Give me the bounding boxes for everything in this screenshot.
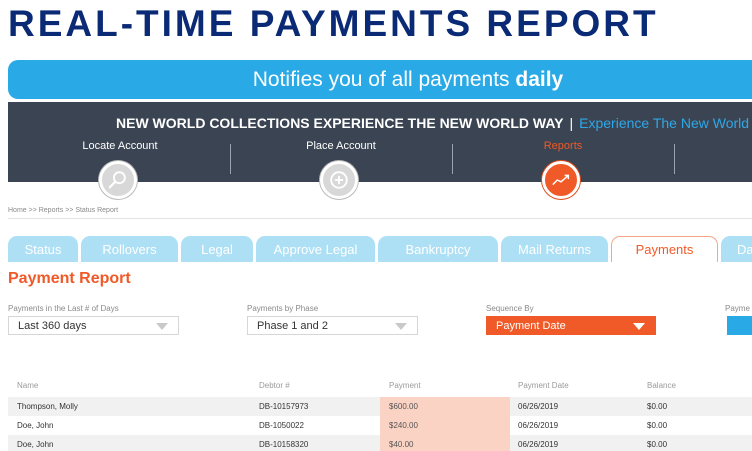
filter-label-phase: Payments by Phase: [247, 304, 319, 313]
table-row[interactable]: Thompson, Molly DB-10157973 $600.00 06/2…: [8, 397, 752, 416]
table-row[interactable]: Doe, John DB-10158320 $40.00 06/26/2019 …: [8, 435, 752, 451]
cell-balance: $0.00: [647, 440, 668, 449]
cell-payment: $240.00: [380, 416, 510, 435]
cell-payment-date: 06/26/2019: [518, 402, 559, 411]
chevron-down-icon: [395, 323, 407, 330]
payment-filter-select[interactable]: [727, 316, 752, 335]
sequence-select[interactable]: Payment Date: [486, 316, 656, 335]
report-title: Payment Report: [8, 270, 131, 287]
nav-divider: [230, 144, 231, 174]
phase-select[interactable]: Phase 1 and 2: [247, 316, 418, 335]
cell-debtor: DB-10157973: [259, 402, 309, 411]
cell-payment-value: $240.00: [389, 421, 418, 430]
banner-emphasis: daily: [515, 68, 564, 91]
cell-payment: $600.00: [380, 397, 510, 416]
table-row[interactable]: Doe, John DB-1050022 $240.00 06/26/2019 …: [8, 416, 752, 435]
cell-payment-value: $600.00: [389, 402, 418, 411]
locate-account-button[interactable]: [99, 161, 137, 199]
cell-payment-date: 06/26/2019: [518, 421, 559, 430]
col-name[interactable]: Name: [17, 381, 38, 390]
chevron-down-icon: [633, 323, 645, 330]
tagline: NEW WORLD COLLECTIONS EXPERIENCE THE NEW…: [116, 115, 749, 131]
tab-legal[interactable]: Legal: [181, 236, 253, 262]
tab-rollovers[interactable]: Rollovers: [81, 236, 178, 262]
cell-debtor: DB-1050022: [259, 421, 304, 430]
filter-label-sequence: Sequence By: [486, 304, 534, 313]
col-balance[interactable]: Balance: [647, 381, 676, 390]
cell-name: Doe, John: [17, 421, 54, 430]
nav-place-account-label: Place Account: [306, 140, 376, 152]
banner-text: Notifies you of all payments: [252, 68, 516, 91]
col-payment-date[interactable]: Payment Date: [518, 381, 569, 390]
reports-button[interactable]: [542, 161, 580, 199]
search-icon: [108, 171, 126, 189]
nav-divider: [674, 144, 675, 174]
divider: [8, 218, 752, 219]
col-payment[interactable]: Payment: [389, 381, 421, 390]
trend-chart-icon: [552, 174, 570, 186]
nav-locate-account-label: Locate Account: [82, 140, 158, 152]
breadcrumb[interactable]: Home >> Reports >> Status Report: [8, 207, 118, 214]
plus-circle-icon: [330, 171, 348, 189]
report-tabs: Status Rollovers Legal Approve Legal Ban…: [8, 236, 752, 262]
chevron-down-icon: [156, 323, 168, 330]
tagline-text: NEW WORLD COLLECTIONS EXPERIENCE THE NEW…: [116, 115, 564, 131]
place-account-button[interactable]: [320, 161, 358, 199]
tab-mail-returns[interactable]: Mail Returns: [501, 236, 608, 262]
experience-link[interactable]: Experience The New World: [579, 115, 749, 131]
tab-approve-legal[interactable]: Approve Legal: [256, 236, 375, 262]
nav-divider: [452, 144, 453, 174]
tab-status[interactable]: Status: [8, 236, 78, 262]
nav-place-account[interactable]: Place Account: [271, 140, 411, 152]
cell-balance: $0.00: [647, 421, 668, 430]
cell-name: Doe, John: [17, 440, 54, 449]
filter-label-days: Payments in the Last # of Days: [8, 304, 119, 313]
days-select[interactable]: Last 360 days: [8, 316, 179, 335]
cell-payment: $40.00: [380, 435, 510, 451]
tab-more[interactable]: Da: [721, 236, 752, 262]
days-select-value: Last 360 days: [18, 320, 87, 332]
nav-reports-label: Reports: [543, 140, 583, 152]
col-debtor[interactable]: Debtor #: [259, 381, 290, 390]
phase-select-value: Phase 1 and 2: [257, 320, 328, 332]
filter-label-payment-truncated: Payme: [725, 304, 750, 313]
tagline-separator: |: [569, 115, 574, 131]
cell-payment-date: 06/26/2019: [518, 440, 559, 449]
cell-balance: $0.00: [647, 402, 668, 411]
sequence-select-value: Payment Date: [496, 320, 566, 332]
notification-banner: Notifies you of all payments daily: [8, 60, 752, 99]
table-header: Name Debtor # Payment Payment Date Balan…: [8, 381, 752, 393]
cell-payment-value: $40.00: [389, 440, 414, 449]
nav-reports[interactable]: Reports: [493, 140, 633, 152]
tab-payments[interactable]: Payments: [611, 236, 718, 262]
tab-bankruptcy[interactable]: Bankruptcy: [378, 236, 498, 262]
cell-name: Thompson, Molly: [17, 402, 78, 411]
cell-debtor: DB-10158320: [259, 440, 309, 449]
page-title: REAL-TIME PAYMENTS REPORT: [8, 3, 659, 44]
nav-locate-account[interactable]: Locate Account: [50, 140, 190, 152]
